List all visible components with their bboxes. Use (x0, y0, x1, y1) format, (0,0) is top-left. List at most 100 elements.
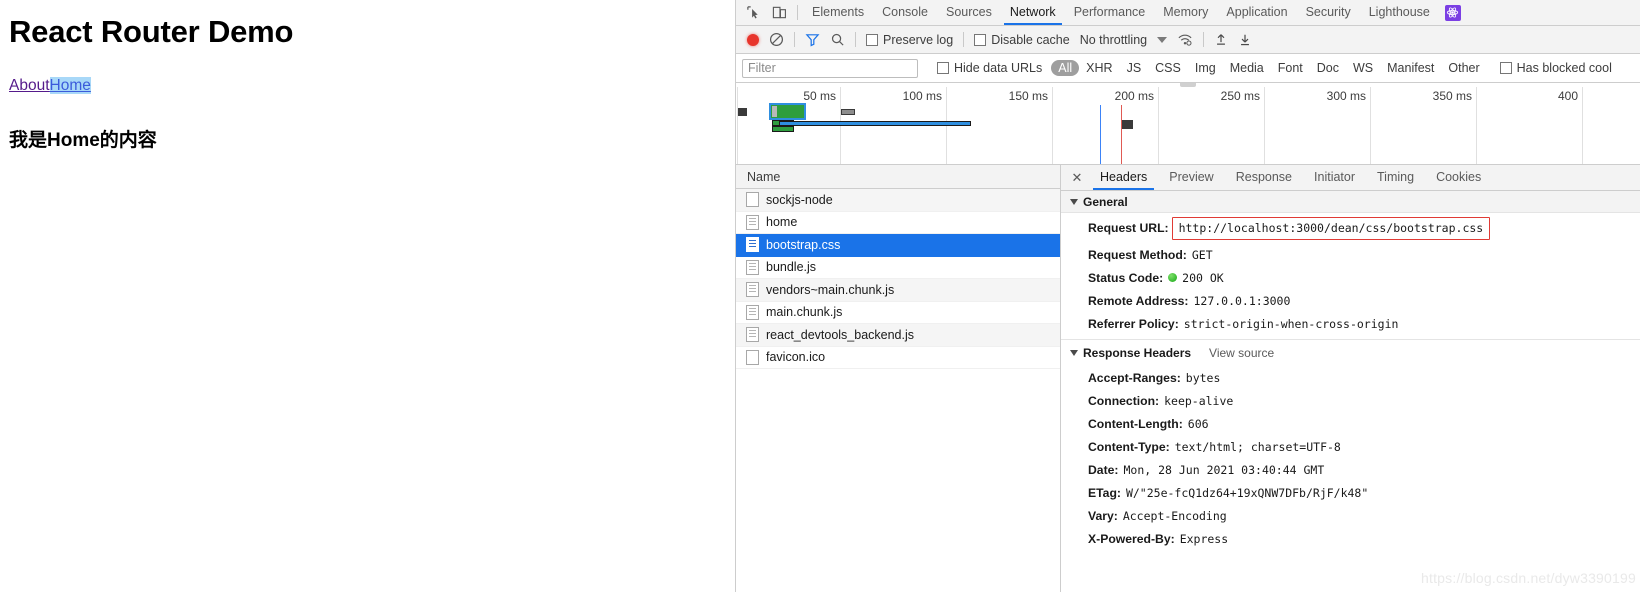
throttling-caret[interactable] (1152, 36, 1172, 43)
request-name: bootstrap.css (766, 237, 841, 252)
triangle-expanded-icon (1070, 350, 1078, 356)
import-har-button[interactable] (1209, 32, 1233, 47)
request-list-header: Name (736, 165, 1060, 189)
caret-down-icon (1157, 36, 1168, 43)
filter-type-other[interactable]: Other (1441, 60, 1486, 76)
nav-link-about[interactable]: About (9, 77, 50, 94)
tab-security[interactable]: Security (1297, 0, 1360, 25)
nav-links: AboutHome (9, 76, 91, 96)
nav-link-home[interactable]: Home (49, 77, 91, 94)
details-tab-initiator[interactable]: Initiator (1303, 165, 1366, 190)
table-row[interactable]: sockjs-node (736, 189, 1060, 212)
record-button[interactable] (742, 33, 764, 46)
tab-application[interactable]: Application (1217, 0, 1296, 25)
react-atom-icon[interactable] (1444, 4, 1461, 21)
tab-elements[interactable]: Elements (803, 0, 873, 25)
clear-no-entry-icon (769, 32, 784, 47)
request-name: favicon.ico (766, 350, 826, 365)
header-value: W/"25e-fcQ1dz64+19xQNW7DFb/RjF/k48" (1125, 485, 1369, 500)
tab-memory[interactable]: Memory (1154, 0, 1217, 25)
details-tab-timing[interactable]: Timing (1366, 165, 1425, 190)
throttling-dropdown[interactable]: No throttling (1075, 33, 1152, 47)
document-file-icon (746, 237, 759, 253)
response-header-row: Accept-Ranges: bytes (1061, 366, 1640, 389)
hide-data-urls-checkbox[interactable]: Hide data URLs (932, 61, 1047, 75)
column-header-name[interactable]: Name (747, 170, 780, 184)
header-value: Accept-Encoding (1122, 508, 1227, 523)
clear-button[interactable] (764, 32, 789, 47)
has-blocked-cookies-label: Has blocked cool (1516, 61, 1612, 75)
load-event-marker (1121, 105, 1122, 164)
export-har-button[interactable] (1233, 32, 1257, 47)
general-section-header[interactable]: General (1061, 191, 1640, 213)
hide-data-urls-label: Hide data URLs (954, 61, 1043, 75)
details-tab-cookies[interactable]: Cookies (1425, 165, 1492, 190)
filter-type-doc[interactable]: Doc (1310, 60, 1346, 76)
filter-type-manifest[interactable]: Manifest (1380, 60, 1441, 76)
request-list-pane: Name sockjs-node home bootstrap.css bund… (736, 165, 1061, 592)
filter-type-css[interactable]: CSS (1148, 60, 1188, 76)
filter-type-ws[interactable]: WS (1346, 60, 1380, 76)
tab-console[interactable]: Console (873, 0, 937, 25)
document-file-icon (746, 304, 759, 320)
request-name: vendors~main.chunk.js (766, 282, 895, 297)
preserve-log-checkbox[interactable]: Preserve log (861, 33, 958, 47)
filter-input[interactable] (742, 58, 918, 78)
table-row[interactable]: home (736, 212, 1060, 234)
network-conditions-button[interactable] (1172, 32, 1198, 47)
request-method-key: Request Method: (1088, 247, 1187, 262)
inspect-element-icon[interactable] (740, 2, 766, 24)
referrer-policy-value: strict-origin-when-cross-origin (1183, 316, 1399, 331)
magnifier-search-icon (831, 33, 844, 46)
table-row[interactable]: favicon.ico (736, 347, 1060, 369)
table-row[interactable]: bootstrap.css (736, 234, 1060, 257)
response-header-row: X-Powered-By: Express (1061, 527, 1640, 550)
response-header-row: Content-Length: 606 (1061, 412, 1640, 435)
close-icon[interactable]: ✕ (1067, 168, 1087, 188)
dom-content-loaded-marker (1100, 105, 1101, 164)
request-details-pane: ✕ Headers Preview Response Initiator Tim… (1061, 165, 1640, 592)
remote-address-row: Remote Address: 127.0.0.1:3000 (1061, 289, 1640, 312)
request-name: bundle.js (766, 260, 817, 275)
filter-type-media[interactable]: Media (1223, 60, 1271, 76)
request-url-value[interactable]: http://localhost:3000/dean/css/bootstrap… (1171, 216, 1491, 240)
search-button[interactable] (825, 32, 850, 47)
network-timeline-overview[interactable]: 50 ms 100 ms 150 ms 200 ms 250 ms 300 ms… (736, 83, 1640, 165)
filter-type-js[interactable]: JS (1120, 60, 1149, 76)
overview-grabber-handle[interactable] (1180, 83, 1196, 87)
table-row[interactable]: vendors~main.chunk.js (736, 279, 1060, 302)
response-headers-section-header[interactable]: Response Headers View source (1061, 340, 1640, 366)
filter-type-img[interactable]: Img (1188, 60, 1223, 76)
tab-sources[interactable]: Sources (937, 0, 1001, 25)
filter-type-xhr[interactable]: XHR (1079, 60, 1119, 76)
overview-request-bar (779, 121, 971, 126)
page-title: React Router Demo (9, 14, 294, 49)
tab-lighthouse[interactable]: Lighthouse (1360, 0, 1439, 25)
tab-network[interactable]: Network (1001, 0, 1065, 25)
filter-toggle-button[interactable] (800, 32, 825, 47)
request-name: home (766, 215, 798, 230)
table-row[interactable]: main.chunk.js (736, 302, 1060, 324)
document-file-icon (746, 214, 759, 230)
details-tab-response[interactable]: Response (1225, 165, 1303, 190)
tab-performance[interactable]: Performance (1065, 0, 1155, 25)
header-key: Content-Length: (1088, 416, 1183, 431)
filter-type-all[interactable]: All (1051, 60, 1080, 76)
header-value: text/html; charset=UTF-8 (1174, 439, 1341, 454)
devtools-tab-bar: Elements Console Sources Network Perform… (736, 0, 1640, 26)
view-source-link[interactable]: View source (1209, 346, 1274, 360)
filter-type-font[interactable]: Font (1271, 60, 1310, 76)
funnel-filter-icon (805, 34, 820, 47)
header-value: keep-alive (1164, 393, 1234, 408)
device-toolbar-icon[interactable] (766, 2, 792, 24)
disable-cache-checkbox[interactable]: Disable cache (969, 33, 1075, 47)
details-tab-preview[interactable]: Preview (1158, 165, 1224, 190)
table-row[interactable]: react_devtools_backend.js (736, 324, 1060, 347)
header-value: Mon, 28 Jun 2021 03:40:44 GMT (1123, 462, 1325, 477)
details-tab-bar: ✕ Headers Preview Response Initiator Tim… (1061, 165, 1640, 191)
details-tab-headers[interactable]: Headers (1089, 165, 1158, 190)
table-row[interactable]: bundle.js (736, 257, 1060, 279)
has-blocked-cookies-checkbox[interactable]: Has blocked cool (1495, 61, 1617, 75)
toolbar-divider (794, 32, 795, 47)
status-code-value: 200 OK (1182, 270, 1224, 285)
